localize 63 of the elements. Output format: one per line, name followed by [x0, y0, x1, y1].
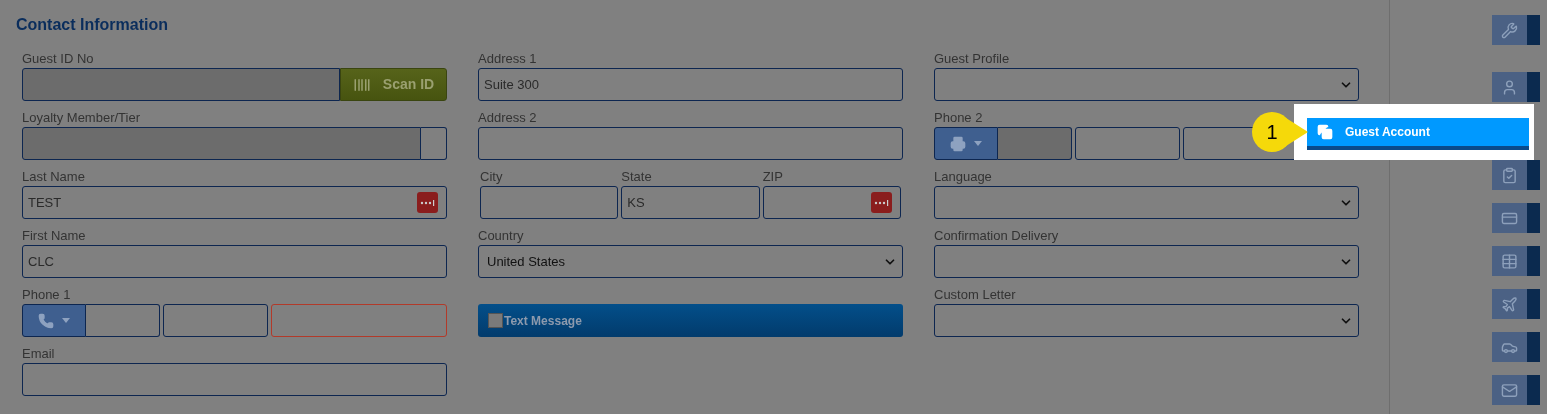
field-label: Loyalty Member/Tier — [22, 109, 140, 127]
field-label: City — [480, 168, 503, 186]
field-label: Email — [22, 345, 55, 363]
text-field[interactable]: TEST — [22, 186, 447, 219]
table-icon — [1501, 252, 1518, 270]
field-label: Country — [478, 227, 524, 245]
text-field[interactable] — [421, 127, 447, 160]
phone-type-dropdown[interactable] — [22, 304, 86, 337]
user-icon — [1501, 78, 1518, 96]
text-field[interactable] — [762, 186, 901, 219]
caret-icon — [974, 141, 982, 146]
phone-field[interactable] — [271, 304, 447, 337]
section-title: Contact Information — [16, 15, 168, 35]
text-field[interactable] — [22, 363, 447, 396]
field-label: Phone 2 — [934, 109, 983, 127]
text-field[interactable] — [480, 186, 619, 219]
field-label: Address 1 — [478, 50, 537, 68]
sidebar-tab[interactable] — [1492, 72, 1540, 102]
sidebar-tab[interactable] — [1492, 246, 1540, 276]
mail-icon — [1501, 381, 1518, 399]
copy-icon — [1317, 124, 1333, 140]
sidebar-tab[interactable] — [1492, 15, 1540, 45]
phone-type-dropdown[interactable] — [934, 127, 998, 160]
field-label: ZIP — [762, 168, 783, 186]
sidebar-tab[interactable] — [1492, 332, 1540, 362]
select-field[interactable] — [934, 68, 1359, 101]
checkbox[interactable] — [488, 313, 503, 328]
field-label: First Name — [22, 227, 86, 245]
sidebar-tab[interactable] — [1492, 160, 1540, 190]
field-label: Guest Profile — [934, 50, 1010, 68]
sidebar-tab[interactable] — [1492, 203, 1540, 233]
clipboard-check-icon — [1501, 166, 1518, 184]
select-field[interactable] — [934, 186, 1359, 219]
phone-field[interactable] — [163, 304, 269, 337]
text-field[interactable]: Suite 300 — [478, 68, 903, 101]
field-label: Guest ID No — [22, 50, 94, 68]
phone-icon — [38, 312, 54, 329]
field-label: Confirmation Delivery — [934, 227, 1059, 245]
field-label: Address 2 — [478, 109, 537, 127]
lookup-icon[interactable] — [871, 192, 892, 213]
field-label: Language — [934, 168, 992, 186]
text-field[interactable]: KS — [621, 186, 760, 219]
guest-account-button[interactable]: Guest Account — [1307, 118, 1529, 150]
field-label: Custom Letter — [934, 286, 1016, 304]
caret-icon — [62, 318, 70, 323]
lookup-icon[interactable] — [417, 192, 438, 213]
wrench-icon — [1501, 21, 1518, 39]
phone-field[interactable] — [86, 304, 161, 337]
callout-pointer-icon — [1286, 118, 1308, 146]
field-label: State — [621, 168, 652, 186]
field-label: Phone 1 — [22, 286, 71, 304]
printer-icon — [950, 135, 966, 152]
text-message-button[interactable]: Text Message — [478, 304, 903, 337]
text-field[interactable]: CLC — [22, 245, 447, 278]
select-field[interactable] — [934, 304, 1359, 337]
select-field[interactable] — [934, 245, 1359, 278]
select-field[interactable]: United States — [478, 245, 903, 278]
plane-icon — [1501, 295, 1518, 313]
sidebar-tab[interactable] — [1492, 289, 1540, 319]
phone-field[interactable] — [1075, 127, 1181, 160]
field-label: Last Name — [22, 168, 85, 186]
sidebar-tab[interactable] — [1492, 375, 1540, 405]
text-field[interactable] — [478, 127, 903, 160]
